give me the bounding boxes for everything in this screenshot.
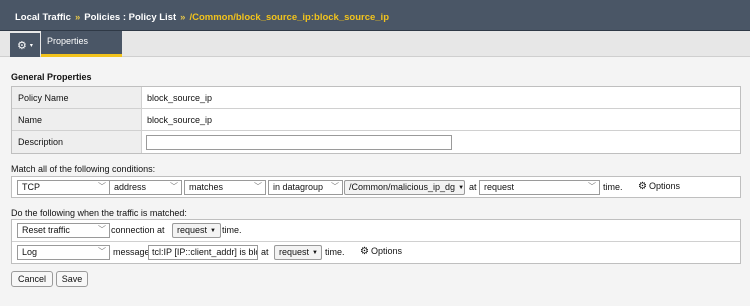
table-row: Policy Name block_source_ip [12, 87, 740, 109]
chevron-down-icon: ﹀ [98, 225, 106, 234]
row-divider [12, 241, 740, 242]
time-label: time. [603, 182, 623, 192]
connection-at-label: connection at [111, 225, 165, 235]
breadcrumb-separator: » [74, 12, 81, 23]
operator-value: matches [189, 182, 224, 192]
actions-heading: Do the following when the traffic is mat… [11, 208, 187, 218]
caret-down-icon: ▼ [210, 228, 216, 234]
caret-down-icon: ▼ [458, 185, 465, 191]
conditions-heading: Match all of the following conditions: [11, 164, 156, 174]
tab-bar: ⚙ ▾ Properties [0, 31, 750, 57]
options-label: Options [648, 181, 680, 191]
event-value: request [484, 182, 515, 192]
source-value: in datagroup [273, 182, 324, 192]
gear-icon: ⚙ [17, 39, 27, 52]
reset-event-value: request [177, 225, 208, 235]
top-header: Local Traffic» Policies : Policy List»/Co… [0, 0, 750, 31]
operator-select[interactable]: matches ﹀ [184, 180, 266, 195]
breadcrumb-local-traffic[interactable]: Local Traffic [15, 12, 71, 23]
save-button[interactable]: Save [56, 271, 88, 287]
chevron-down-icon: ﹀ [254, 182, 262, 191]
operand-value: address [114, 182, 147, 192]
table-row: Description [12, 131, 740, 153]
name-value: block_source_ip [147, 115, 213, 125]
gear-icon: ⚙ [638, 181, 647, 192]
protocol-value: TCP [22, 182, 40, 192]
conditions-box: TCP ﹀ address ﹀ matches ﹀ in datagroup ﹀ /Co… [11, 176, 741, 198]
breadcrumb-separator: » [180, 12, 186, 23]
gear-icon: ⚙ [360, 246, 369, 257]
datagroup-value: /Common/malicious_ip_dg [349, 182, 456, 192]
breadcrumb-current: /Common/block_source_ip:block_source_ip [189, 12, 389, 23]
cancel-button[interactable]: Cancel [11, 271, 53, 287]
options-link[interactable]: ⚙ Options [360, 246, 402, 257]
log-event-dropdown[interactable]: request ▼ [274, 245, 322, 260]
chevron-down-icon: ﹀ [588, 182, 596, 191]
actions-box: Reset traffic ﹀ connection at request ▼ ti… [11, 219, 741, 264]
description-label: Description [12, 131, 142, 153]
name-label: Name [12, 109, 142, 130]
options-link[interactable]: ⚙ Options [638, 181, 680, 192]
chevron-down-icon: ﹀ [170, 182, 178, 191]
general-properties-heading: General Properties [11, 72, 92, 82]
log-action-select[interactable]: Log ﹀ [17, 245, 110, 260]
action-select[interactable]: Reset traffic ﹀ [17, 223, 110, 238]
log-action-value: Log [22, 247, 38, 257]
policy-name-label: Policy Name [12, 87, 142, 108]
breadcrumb: Local Traffic» Policies : Policy List»/Co… [15, 12, 389, 23]
reset-event-dropdown[interactable]: request ▼ [172, 223, 221, 238]
options-label: Options [370, 246, 402, 256]
settings-menu-button[interactable]: ⚙ ▾ [10, 33, 40, 57]
chevron-down-icon: ﹀ [98, 182, 106, 191]
caret-down-icon: ▼ [312, 250, 318, 256]
datagroup-dropdown[interactable]: /Common/malicious_ip_dg ▼ [344, 180, 465, 195]
at-label: at [469, 182, 477, 192]
time-label: time. [222, 225, 242, 235]
time-label: time. [325, 247, 345, 257]
chevron-down-icon: ﹀ [331, 182, 339, 191]
message-label: message [113, 247, 150, 257]
message-input[interactable]: tcl:IP [IP::client_addr] is blo [148, 245, 258, 260]
breadcrumb-policy-list[interactable]: Policies : Policy List [84, 12, 176, 23]
general-properties-table: Policy Name block_source_ip Name block_s… [11, 86, 741, 154]
chevron-down-icon: ▾ [29, 42, 33, 49]
operand-select[interactable]: address ﹀ [109, 180, 182, 195]
description-input[interactable] [146, 135, 452, 150]
tab-properties[interactable]: Properties [41, 31, 122, 57]
policy-name-value: block_source_ip [147, 93, 213, 103]
chevron-down-icon: ﹀ [98, 247, 106, 256]
source-select[interactable]: in datagroup ﹀ [268, 180, 343, 195]
protocol-select[interactable]: TCP ﹀ [17, 180, 110, 195]
table-row: Name block_source_ip [12, 109, 740, 131]
log-event-value: request [279, 247, 310, 257]
action-value: Reset traffic [22, 225, 70, 235]
at-label: at [261, 247, 269, 257]
event-select[interactable]: request ﹀ [479, 180, 600, 195]
